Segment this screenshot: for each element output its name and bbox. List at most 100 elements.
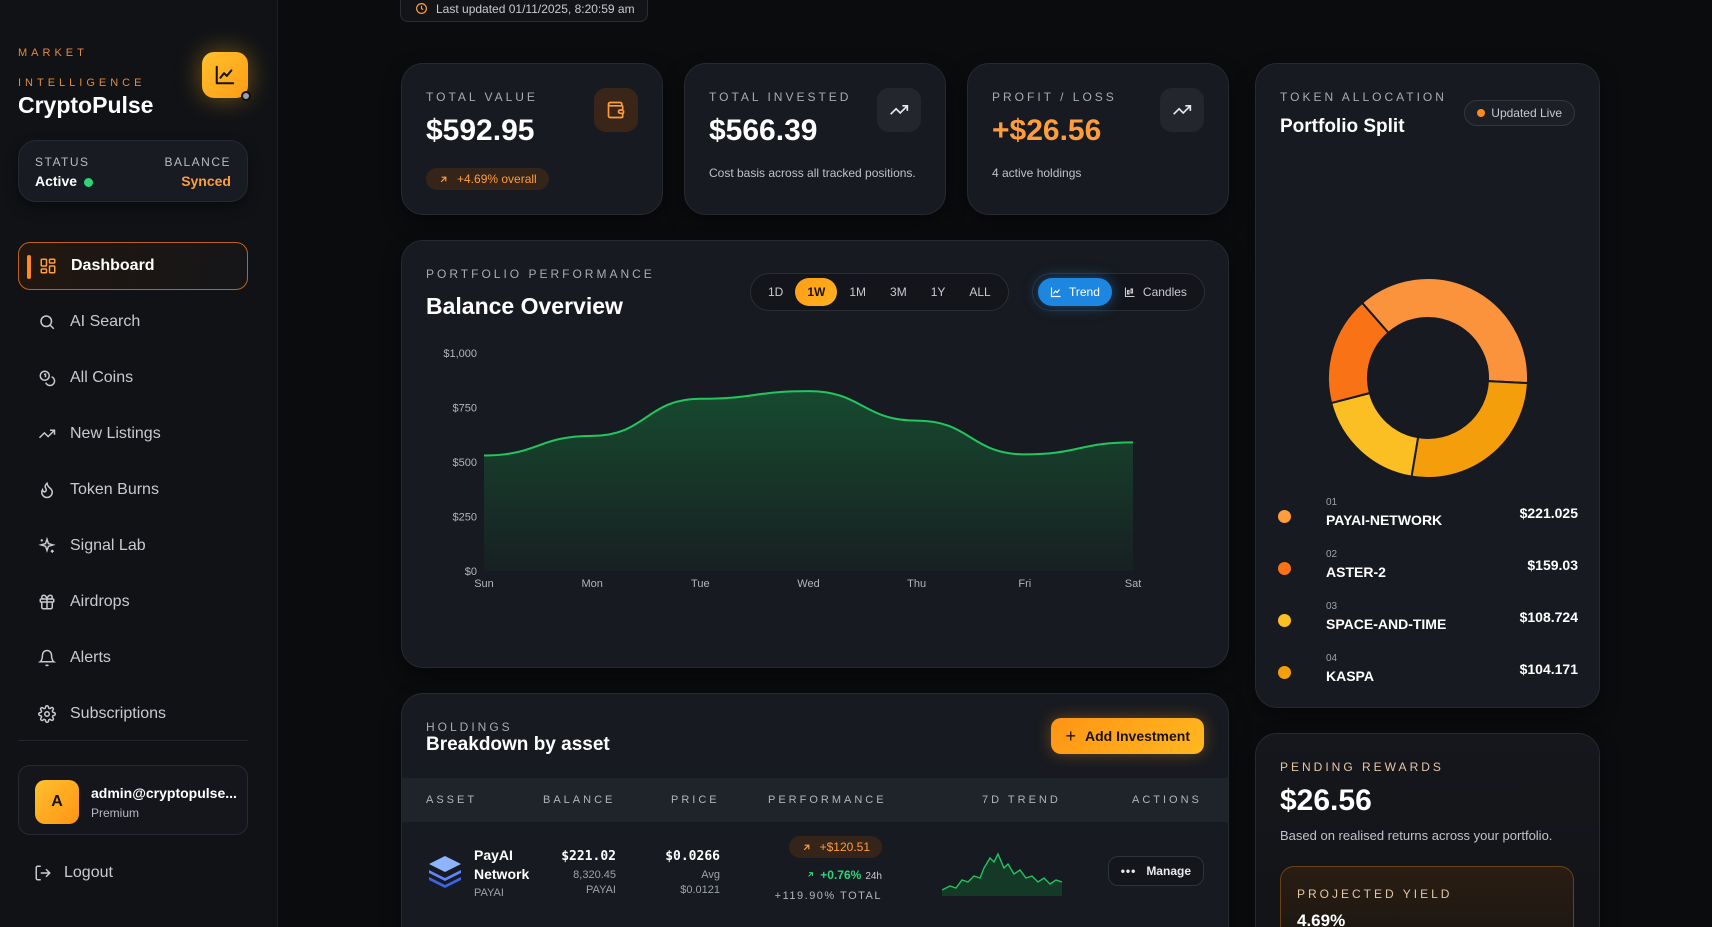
sidebar-item-label: New Listings	[70, 425, 161, 442]
allocation-kicker: TOKEN ALLOCATION	[1280, 90, 1447, 104]
legend-dot	[1278, 510, 1291, 523]
legend-item-payai-network: 01 PAYAI-NETWORK $221.025	[1278, 497, 1578, 541]
portfolio-split-card: TOKEN ALLOCATION Portfolio Split Updated…	[1255, 63, 1600, 708]
sidebar: MARKET INTELLIGENCE CryptoPulse STATUS Ac…	[0, 0, 278, 927]
x-tick-label: Sun	[474, 578, 494, 590]
chart-line-icon	[215, 65, 235, 85]
sidebar-item-label: All Coins	[70, 369, 134, 386]
column-actions: ACTIONS	[1132, 794, 1202, 806]
total-invested-caption: Cost basis across all tracked positions.	[709, 166, 916, 180]
area-fill	[484, 391, 1133, 571]
trend-sparkline	[942, 852, 1062, 896]
profit-loss-label: PROFIT / LOSS	[992, 90, 1117, 104]
user-email: admin@cryptopulse...	[91, 785, 237, 801]
clock-icon	[416, 3, 427, 14]
x-tick-label: Mon	[581, 578, 602, 590]
logout-label: Logout	[64, 864, 113, 881]
total-invested: $566.39	[709, 114, 818, 147]
arrow-up-right-icon	[808, 872, 814, 877]
asset-symbol: PAYAI	[474, 887, 504, 899]
allocation-donut-chart	[1327, 277, 1529, 479]
projected-yield-box: PROJECTED YIELD 4.69%	[1280, 866, 1574, 927]
legend-item-space-and-time: 03 SPACE-AND-TIME $108.724	[1278, 601, 1578, 645]
table-row[interactable]: PayAI Network PAYAI $221.02 8,320.45 PAYA…	[402, 822, 1228, 922]
status-value: Active	[35, 173, 94, 189]
legend-dot	[1278, 562, 1291, 575]
logout-button[interactable]: Logout	[34, 864, 113, 882]
balance-value: $221.02	[561, 849, 616, 864]
holdings-title: Breakdown by asset	[426, 734, 610, 755]
total-value-card: TOTAL VALUE $592.95 +4.69% overall	[401, 63, 663, 215]
yield-value: 4.69%	[1297, 911, 1346, 927]
sidebar-divider	[18, 740, 248, 741]
active-indicator	[27, 255, 31, 279]
trending-up-icon	[1173, 105, 1192, 115]
sidebar-item-token-burns[interactable]: Token Burns	[18, 466, 248, 514]
updated-live-badge: Updated Live	[1464, 100, 1575, 126]
legend-item-kaspa: 04 KASPA $104.171	[1278, 653, 1578, 697]
arrow-up-right-icon	[440, 176, 447, 182]
trending-up-icon	[38, 429, 56, 439]
sidebar-item-all-coins[interactable]: All Coins	[18, 354, 248, 402]
add-investment-button[interactable]: + Add Investment	[1051, 718, 1204, 754]
gift-icon	[39, 594, 55, 610]
y-tick-label: $250	[453, 512, 477, 524]
live-dot	[1477, 109, 1486, 117]
sidebar-item-label: Signal Lab	[70, 537, 146, 554]
column-performance: PERFORMANCE	[768, 794, 887, 806]
sidebar-item-signal-lab[interactable]: Signal Lab	[18, 522, 248, 570]
holdings-card: HOLDINGS Breakdown by asset + Add Investm…	[401, 693, 1229, 927]
trend-icon-box	[877, 88, 921, 132]
manage-button[interactable]: ••• Manage	[1107, 856, 1204, 886]
balance-quantity: 8,320.45 PAYAI	[573, 869, 616, 896]
active-holdings-caption: 4 active holdings	[992, 166, 1082, 180]
sidebar-item-new-listings[interactable]: New Listings	[18, 410, 248, 458]
total-value: $592.95	[426, 114, 535, 147]
arrow-up-right-icon	[803, 844, 809, 850]
performance-pill: +$120.51	[788, 836, 882, 858]
x-tick-label: Thu	[907, 578, 926, 590]
logout-icon	[35, 865, 51, 881]
sidebar-nav: Dashboard AI Search All Coins New Listin…	[18, 242, 248, 746]
balance-label: BALANCE	[164, 155, 231, 169]
rewards-kicker: PENDING REWARDS	[1280, 760, 1444, 774]
portfolio-split-title: Portfolio Split	[1280, 116, 1405, 137]
total-return: +119.90% TOTAL	[774, 890, 882, 902]
profit-loss-card: PROFIT / LOSS +$26.56 4 active holdings	[967, 63, 1229, 215]
price-value: $0.0266	[665, 849, 720, 864]
status-label: STATUS	[35, 155, 90, 169]
sidebar-item-ai-search[interactable]: AI Search	[18, 298, 248, 346]
wallet-icon-box	[594, 88, 638, 132]
brand-name: CryptoPulse	[18, 92, 154, 118]
profit-loss-value: +$26.56	[992, 114, 1102, 147]
x-tick-label: Wed	[797, 578, 819, 590]
sidebar-item-alerts[interactable]: Alerts	[18, 634, 248, 682]
pending-rewards-card: PENDING REWARDS $26.56 Based on realised…	[1255, 733, 1600, 927]
total-invested-label: TOTAL INVESTED	[709, 90, 852, 104]
column-price: PRICE	[671, 794, 720, 806]
last-updated-badge: Last updated 01/11/2025, 8:20:59 am	[400, 0, 648, 22]
balance-overview-card: PORTFOLIO PERFORMANCE Balance Overview 1…	[401, 240, 1229, 668]
x-tick-label: Sat	[1125, 578, 1142, 590]
donut-slice-space-and-time[interactable]	[1329, 391, 1420, 478]
holdings-table-header: ASSET BALANCE PRICE PERFORMANCE 7D TREND…	[402, 778, 1228, 822]
rewards-value: $26.56	[1280, 784, 1372, 817]
sidebar-item-dashboard[interactable]: Dashboard	[18, 242, 248, 290]
plus-icon: +	[1065, 725, 1076, 746]
sidebar-item-label: Dashboard	[71, 257, 155, 274]
sidebar-item-label: Token Burns	[70, 481, 159, 498]
donut-slice-aster-2[interactable]	[1410, 380, 1529, 479]
user-card[interactable]: A admin@cryptopulse... Premium	[18, 765, 248, 835]
x-tick-label: Fri	[1018, 578, 1031, 590]
layers-icon	[429, 856, 461, 888]
sidebar-item-airdrops[interactable]: Airdrops	[18, 578, 248, 626]
sidebar-item-subscriptions[interactable]: Subscriptions	[18, 690, 248, 738]
bell-icon	[38, 649, 56, 667]
last-updated-text: Last updated 01/11/2025, 8:20:59 am	[436, 1, 635, 16]
gear-icon	[38, 705, 56, 723]
column-balance: BALANCE	[543, 794, 616, 806]
sidebar-item-label: Alerts	[70, 649, 111, 666]
y-tick-label: $0	[465, 566, 477, 578]
holdings-kicker: HOLDINGS	[426, 720, 513, 734]
brand-logo[interactable]	[202, 52, 251, 101]
